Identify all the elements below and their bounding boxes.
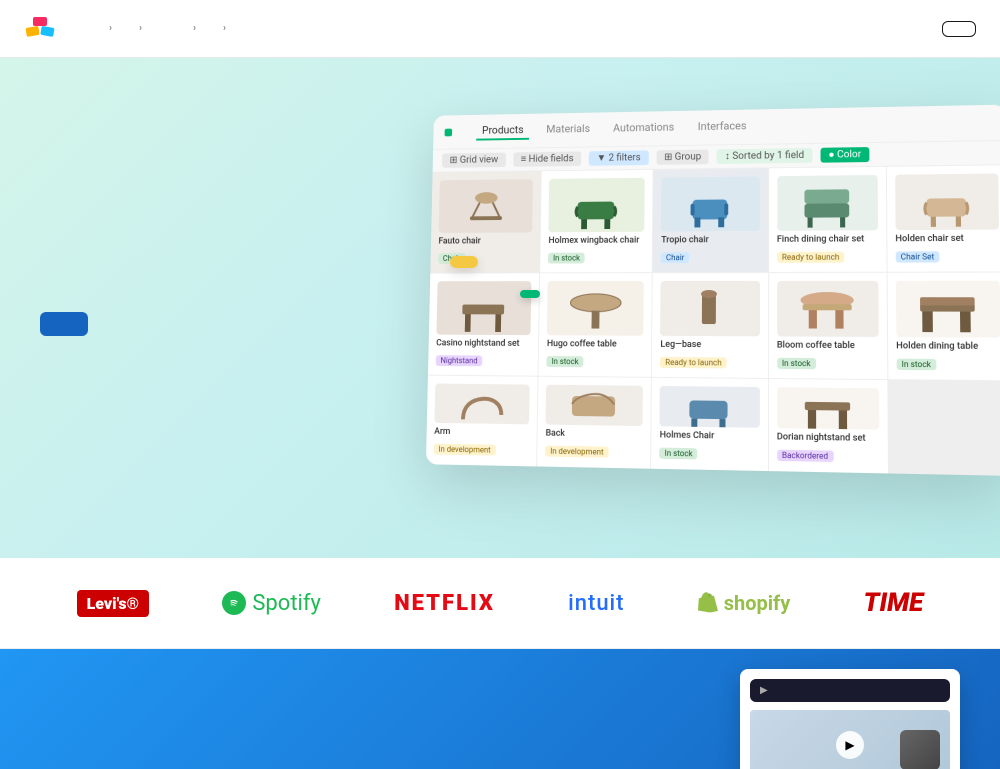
bottom-app-preview: ▶ ▶ — [740, 669, 960, 769]
hero-section: Products Materials Automations Interface… — [0, 58, 1000, 558]
airtable-logo-icon — [24, 13, 56, 45]
product-cell[interactable]: Finch dining chair set Ready to launch — [769, 167, 887, 272]
spotify-text: Spotify — [252, 591, 321, 616]
app-window: Products Materials Automations Interface… — [426, 105, 1000, 476]
navigation: › › › › — [0, 0, 1000, 58]
nav-product[interactable]: › — [96, 17, 122, 40]
time-logo: TIME — [864, 588, 924, 618]
app-tab-automations[interactable]: Automations — [607, 119, 680, 139]
nav-pricing[interactable] — [156, 23, 176, 35]
netflix-logo: NETFLIX — [394, 591, 495, 616]
product-cell[interactable]: Holmex wingback chair In stock — [540, 170, 653, 272]
hero-app-screenshot: Products Materials Automations Interface… — [420, 108, 1000, 468]
video-thumbnail[interactable]: ▶ — [750, 710, 950, 769]
product-cell[interactable]: Back In development — [537, 377, 651, 469]
floating-ready-label — [520, 290, 540, 298]
hero-actions — [40, 312, 120, 336]
app-icon — [445, 128, 453, 136]
app-title-bar — [445, 128, 458, 136]
bottom-section: ▶ ▶ — [0, 649, 1000, 769]
product-cell[interactable]: Tropio chair Chair — [653, 168, 768, 272]
product-cell[interactable]: Holmes Chair In stock — [651, 378, 767, 471]
view-type[interactable]: ⊞ Grid view — [442, 153, 506, 168]
product-cell[interactable]: Hugo coffee table In stock — [539, 273, 652, 377]
group-btn[interactable]: ⊞ Group — [656, 149, 709, 164]
play-button[interactable]: ▶ — [836, 731, 864, 759]
app-tab-products[interactable]: Products — [476, 122, 529, 141]
floating-in-development — [450, 256, 478, 268]
app-tab-interfaces[interactable]: Interfaces — [692, 117, 753, 137]
sort-btn[interactable]: ↕ Sorted by 1 field — [717, 148, 812, 164]
product-cell[interactable]: Casino nightstand set Nightstand — [428, 273, 539, 375]
levis-logo: Levi's® — [77, 590, 149, 617]
many-tools-bar: ▶ — [750, 679, 950, 702]
signup-button[interactable] — [40, 312, 88, 336]
chevron-icon: › — [193, 23, 196, 34]
product-cell[interactable]: Fauto chair Chair — [430, 171, 541, 272]
logos-section: Levi's® Spotify NETFLIX intuit shopify T… — [0, 558, 1000, 649]
product-cell[interactable]: Dorian nightstand set Backordered — [769, 379, 888, 473]
product-cell[interactable]: Holden dining table In stock — [887, 273, 1000, 381]
spotify-icon — [222, 591, 246, 615]
spotify-logo: Spotify — [222, 591, 321, 616]
product-cell[interactable]: Holden chair set Chair Set — [887, 165, 1000, 271]
nav-links: › › › › — [96, 17, 930, 40]
shopify-logo: shopify — [698, 591, 791, 615]
logo[interactable] — [24, 13, 64, 45]
app-tabs: Products Materials Automations Interface… — [476, 117, 752, 140]
hero-content — [40, 280, 120, 336]
nav-resources[interactable]: › — [210, 17, 236, 40]
chevron-icon: › — [223, 23, 226, 34]
chevron-icon: › — [109, 23, 112, 34]
chevron-icon: › — [139, 23, 142, 34]
product-grid: Fauto chair Chair Holmex wingback chair … — [426, 165, 1000, 476]
bases-button[interactable] — [942, 21, 976, 37]
shopify-text: shopify — [724, 591, 791, 615]
intuit-logo: intuit — [568, 591, 624, 616]
filter-btn[interactable]: ▼ 2 filters — [589, 150, 649, 165]
app-tab-materials[interactable]: Materials — [540, 120, 595, 139]
nav-right — [930, 21, 976, 37]
product-cell[interactable]: Bloom coffee table In stock — [769, 273, 887, 379]
hide-fields[interactable]: ≡ Hide fields — [513, 151, 581, 166]
color-btn[interactable]: ● Color — [820, 147, 869, 163]
product-cell[interactable]: Arm In development — [426, 376, 538, 467]
product-cell[interactable]: Leg—base Ready to launch — [652, 273, 768, 378]
nav-solutions[interactable]: › — [126, 17, 152, 40]
nav-enterprise[interactable]: › — [180, 17, 206, 40]
